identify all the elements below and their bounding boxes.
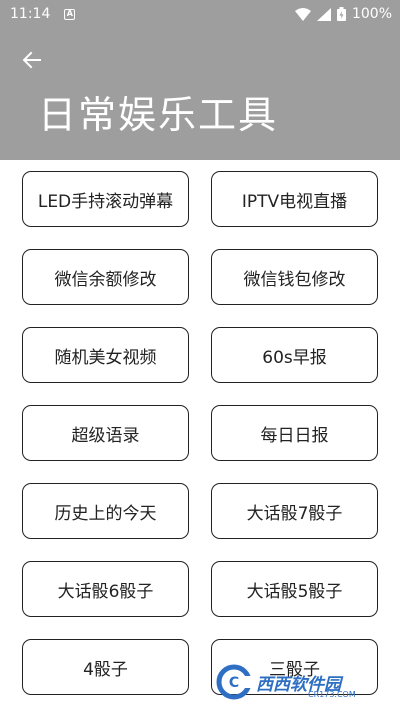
tool-button-dice-6[interactable]: 大话骰6骰子 xyxy=(22,561,189,617)
battery-icon xyxy=(336,7,346,21)
tool-button-iptv[interactable]: IPTV电视直播 xyxy=(211,171,378,227)
back-button[interactable] xyxy=(16,44,48,76)
tool-button-quotes[interactable]: 超级语录 xyxy=(22,405,189,461)
watermark-sub: CR173.COM xyxy=(308,690,356,699)
tool-button-dice-5[interactable]: 大话骰5骰子 xyxy=(211,561,378,617)
watermark: C 西西软件园 CR173.COM xyxy=(216,658,386,706)
arrow-left-icon xyxy=(22,51,41,69)
a-notification-icon: A xyxy=(64,8,76,20)
tool-button-history-today[interactable]: 历史上的今天 xyxy=(22,483,189,539)
wifi-icon xyxy=(294,7,311,21)
status-icons: 100% xyxy=(294,6,392,22)
status-time: 11:14 xyxy=(10,6,51,22)
tool-button-led-danmaku[interactable]: LED手持滚动弹幕 xyxy=(22,171,189,227)
tool-button-wechat-balance[interactable]: 微信余额修改 xyxy=(22,249,189,305)
tool-button-dice-7[interactable]: 大话骰7骰子 xyxy=(211,483,378,539)
watermark-logo-icon: C xyxy=(216,664,252,700)
status-bar: 11:14 A 100% xyxy=(0,0,400,28)
watermark-logo-letter: C xyxy=(229,675,239,691)
tool-button-daily-report[interactable]: 每日日报 xyxy=(211,405,378,461)
tool-button-random-video[interactable]: 随机美女视频 xyxy=(22,327,189,383)
tool-button-dice-4[interactable]: 4骰子 xyxy=(22,639,189,695)
tool-button-wechat-wallet[interactable]: 微信钱包修改 xyxy=(211,249,378,305)
page-title: 日常娱乐工具 xyxy=(38,93,279,137)
signal-icon xyxy=(316,7,331,21)
app-bar: 日常娱乐工具 xyxy=(0,28,400,160)
tool-button-60s-news[interactable]: 60s早报 xyxy=(211,327,378,383)
battery-percent: 100% xyxy=(351,6,392,22)
